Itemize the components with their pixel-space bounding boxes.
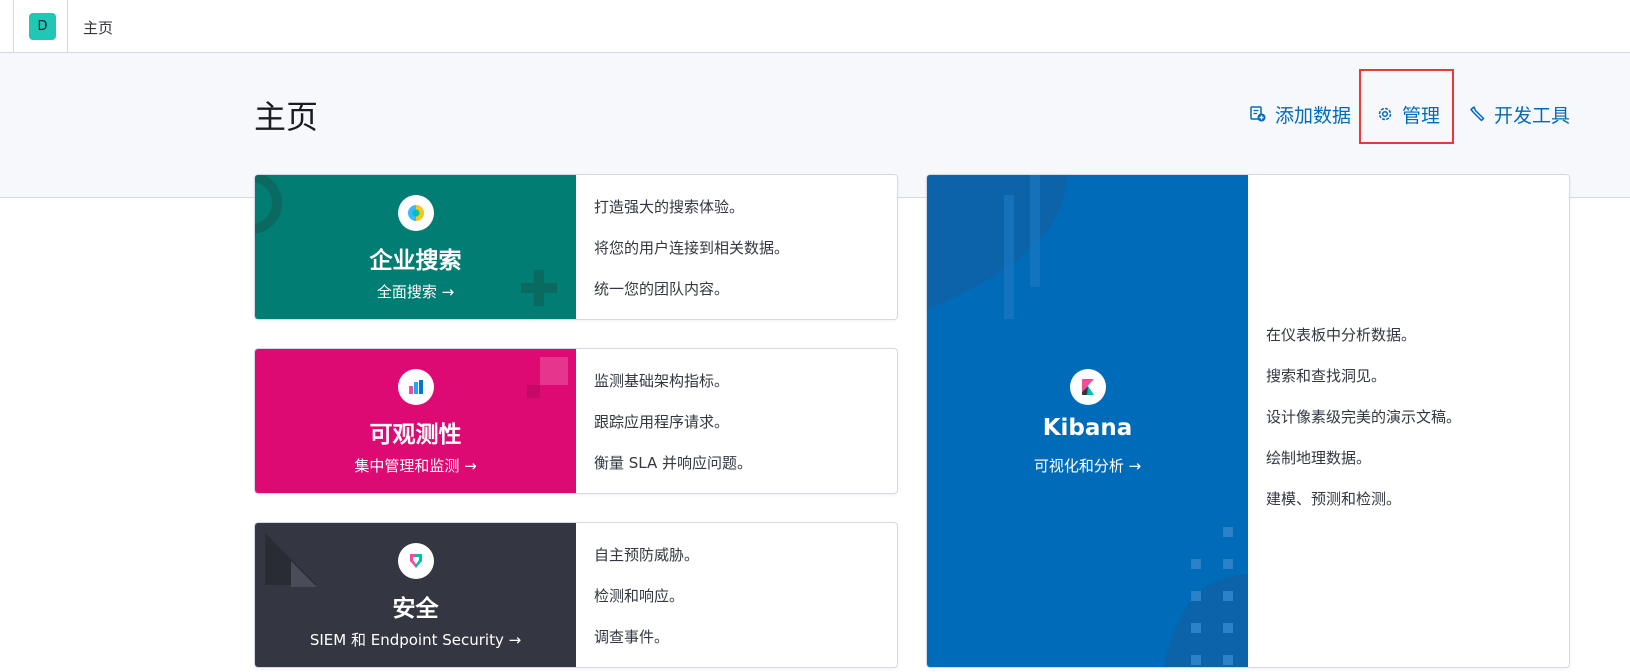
description-line: 监测基础架构指标。 [594,372,730,390]
enterprise-search-description: 打造强大的搜索体验。 将您的用户连接到相关数据。 统一您的团队内容。 [594,197,790,319]
wrench-icon [1470,106,1485,122]
security-link[interactable]: SIEM 和 Endpoint Security → [255,629,576,650]
description-line: 调查事件。 [594,628,670,646]
description-line: 检测和响应。 [594,587,685,605]
add-data-link[interactable]: 添加数据 [1249,100,1351,128]
description-line: 跟踪应用程序请求。 [594,413,730,431]
security-description: 自主预防威胁。 检测和响应。 调查事件。 [594,545,700,667]
kibana-link[interactable]: 可视化和分析 → [927,455,1248,476]
observability-link[interactable]: 集中管理和监测 → [255,455,576,476]
description-line: 将您的用户连接到相关数据。 [594,239,790,257]
description-line: 搜索和查找洞见。 [1266,367,1387,385]
description-line: 在仪表板中分析数据。 [1266,326,1417,344]
observability-description: 监测基础架构指标。 跟踪应用程序请求。 衡量 SLA 并响应问题。 [594,371,753,493]
observability-panel[interactable]: 可观测性 集中管理和监测 → [255,349,576,493]
kibana-panel[interactable]: Kibana 可视化和分析 → [927,175,1248,667]
dev-tools-link[interactable]: 开发工具 [1468,100,1570,128]
description-line: 建模、预测和检测。 [1266,490,1402,508]
enterprise-search-link[interactable]: 全面搜索 → [255,281,576,302]
observability-logo-icon [397,369,434,405]
security-title: 安全 [392,596,439,622]
description-line: 打造强大的搜索体验。 [594,198,745,216]
description-line: 统一您的团队内容。 [594,280,730,298]
security-logo-icon [397,543,434,579]
add-data-label: 添加数据 [1275,104,1352,127]
page-title: 主页 [254,98,319,136]
description-line: 绘制地理数据。 [1266,449,1372,467]
highlight-box [1359,69,1454,144]
observability-card[interactable]: 可观测性 集中管理和监测 → 监测基础架构指标。 跟踪应用程序请求。 衡量 SL… [254,348,898,494]
kibana-card[interactable]: Kibana 可视化和分析 → 在仪表板中分析数据。 搜索和查找洞见。 设计像素… [926,174,1570,668]
security-card[interactable]: 安全 SIEM 和 Endpoint Security → 自主预防威胁。 检测… [254,522,898,668]
add-data-icon [1250,106,1266,122]
top-header: D 主页 [0,0,1630,53]
description-line: 衡量 SLA 并响应问题。 [594,454,753,472]
description-line: 自主预防威胁。 [594,546,700,564]
enterprise-search-title: 企业搜索 [369,248,462,274]
enterprise-search-panel[interactable]: 企业搜索 全面搜索 → [255,175,576,319]
kibana-logo-icon [1069,369,1106,405]
kibana-title: Kibana [1042,415,1133,441]
avatar[interactable]: D [29,13,56,40]
security-panel[interactable]: 安全 SIEM 和 Endpoint Security → [255,523,576,667]
breadcrumb: 主页 [83,19,114,37]
enterprise-search-card[interactable]: 企业搜索 全面搜索 → 打造强大的搜索体验。 将您的用户连接到相关数据。 统一您… [254,174,898,320]
divider [67,0,68,52]
enterprise-search-logo-icon [397,195,434,231]
dev-tools-label: 开发工具 [1494,104,1571,127]
kibana-description: 在仪表板中分析数据。 搜索和查找洞见。 设计像素级完美的演示文稿。 绘制地理数据… [1266,325,1461,530]
description-line: 设计像素级完美的演示文稿。 [1266,408,1462,426]
divider [13,0,14,52]
observability-title: 可观测性 [369,422,462,448]
